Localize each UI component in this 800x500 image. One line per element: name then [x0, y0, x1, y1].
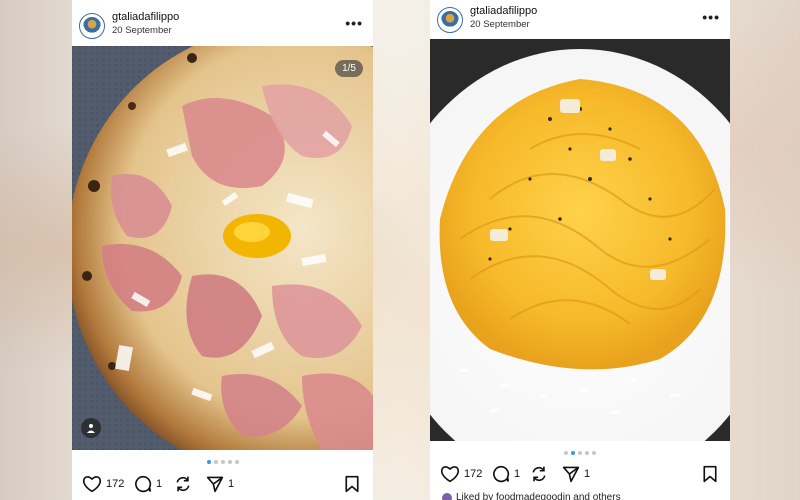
user-block: gtaliadafilippo 20 September: [470, 4, 537, 32]
action-bar: 172 1 1: [72, 470, 373, 498]
carousel-dot: [234, 460, 239, 464]
repost-button[interactable]: [530, 465, 548, 483]
share-button[interactable]: 1: [562, 465, 590, 483]
carousel-dots: [72, 460, 373, 464]
post-carbonara: gtaliadafilippo 20 September ••• 172 1 1…: [430, 0, 730, 500]
liked-by-text: Liked by foodmadegoodin and others: [456, 492, 621, 500]
like-button[interactable]: 172: [440, 465, 482, 483]
post-date: 20 September: [470, 19, 530, 30]
post-photo-pizza[interactable]: 1/5: [72, 46, 373, 450]
pizza-image: [72, 46, 373, 450]
comment-bubble-icon: [135, 475, 152, 493]
comment-button[interactable]: 1: [134, 475, 162, 493]
comment-bubble-icon: [493, 465, 510, 483]
carousel-dot: [213, 460, 218, 464]
repost-icon: [532, 466, 546, 482]
username[interactable]: gtaliadafilippo: [470, 4, 537, 18]
post-date: 20 September: [112, 25, 172, 36]
comment-count: 1: [514, 468, 521, 480]
repost-icon: [176, 476, 190, 492]
carousel-dot: [571, 451, 575, 455]
action-bar: 172 1 1: [430, 460, 730, 488]
carousel-dot: [564, 451, 568, 455]
like-button[interactable]: 172: [82, 475, 124, 493]
like-count: 172: [464, 468, 483, 480]
repost-button[interactable]: [174, 475, 192, 493]
username[interactable]: gtaliadafilippo: [112, 10, 179, 24]
carousel-dots: [430, 451, 730, 455]
bookmark-icon: [345, 475, 359, 493]
share-count: 1: [584, 468, 591, 480]
carousel-dot: [227, 460, 232, 464]
liked-by-row[interactable]: Liked by foodmadegoodin and others: [442, 492, 621, 500]
more-options-icon[interactable]: •••: [702, 10, 720, 24]
paper-plane-icon: [562, 466, 580, 483]
comment-button[interactable]: 1: [492, 465, 520, 483]
carousel-dot: [578, 451, 582, 455]
avatar[interactable]: [79, 13, 105, 39]
carbonara-image: [430, 39, 730, 441]
carousel-dot: [206, 460, 211, 464]
liker-avatar: [442, 492, 452, 500]
more-options-icon[interactable]: •••: [345, 16, 363, 30]
comment-count: 1: [156, 478, 163, 490]
bookmark-icon: [703, 465, 717, 483]
post-header: gtaliadafilippo 20 September •••: [430, 0, 730, 40]
post-pizza: gtaliadafilippo 20 September ••• 1/5 172…: [72, 0, 373, 500]
paper-plane-icon: [206, 476, 224, 493]
post-header: gtaliadafilippo 20 September •••: [72, 6, 373, 46]
save-button[interactable]: [344, 475, 360, 493]
person-tag-icon[interactable]: [81, 418, 101, 438]
like-count: 172: [106, 478, 125, 490]
carousel-dot: [220, 460, 225, 464]
heart-icon: [440, 466, 460, 483]
post-photo-carbonara[interactable]: [430, 39, 730, 441]
carousel-counter: 1/5: [335, 60, 363, 77]
carousel-dot: [592, 451, 596, 455]
heart-icon: [82, 476, 102, 493]
avatar[interactable]: [437, 7, 463, 33]
save-button[interactable]: [702, 465, 718, 483]
user-block: gtaliadafilippo 20 September: [112, 10, 179, 38]
share-count: 1: [228, 478, 235, 490]
share-button[interactable]: 1: [206, 475, 234, 493]
carousel-dot: [585, 451, 589, 455]
